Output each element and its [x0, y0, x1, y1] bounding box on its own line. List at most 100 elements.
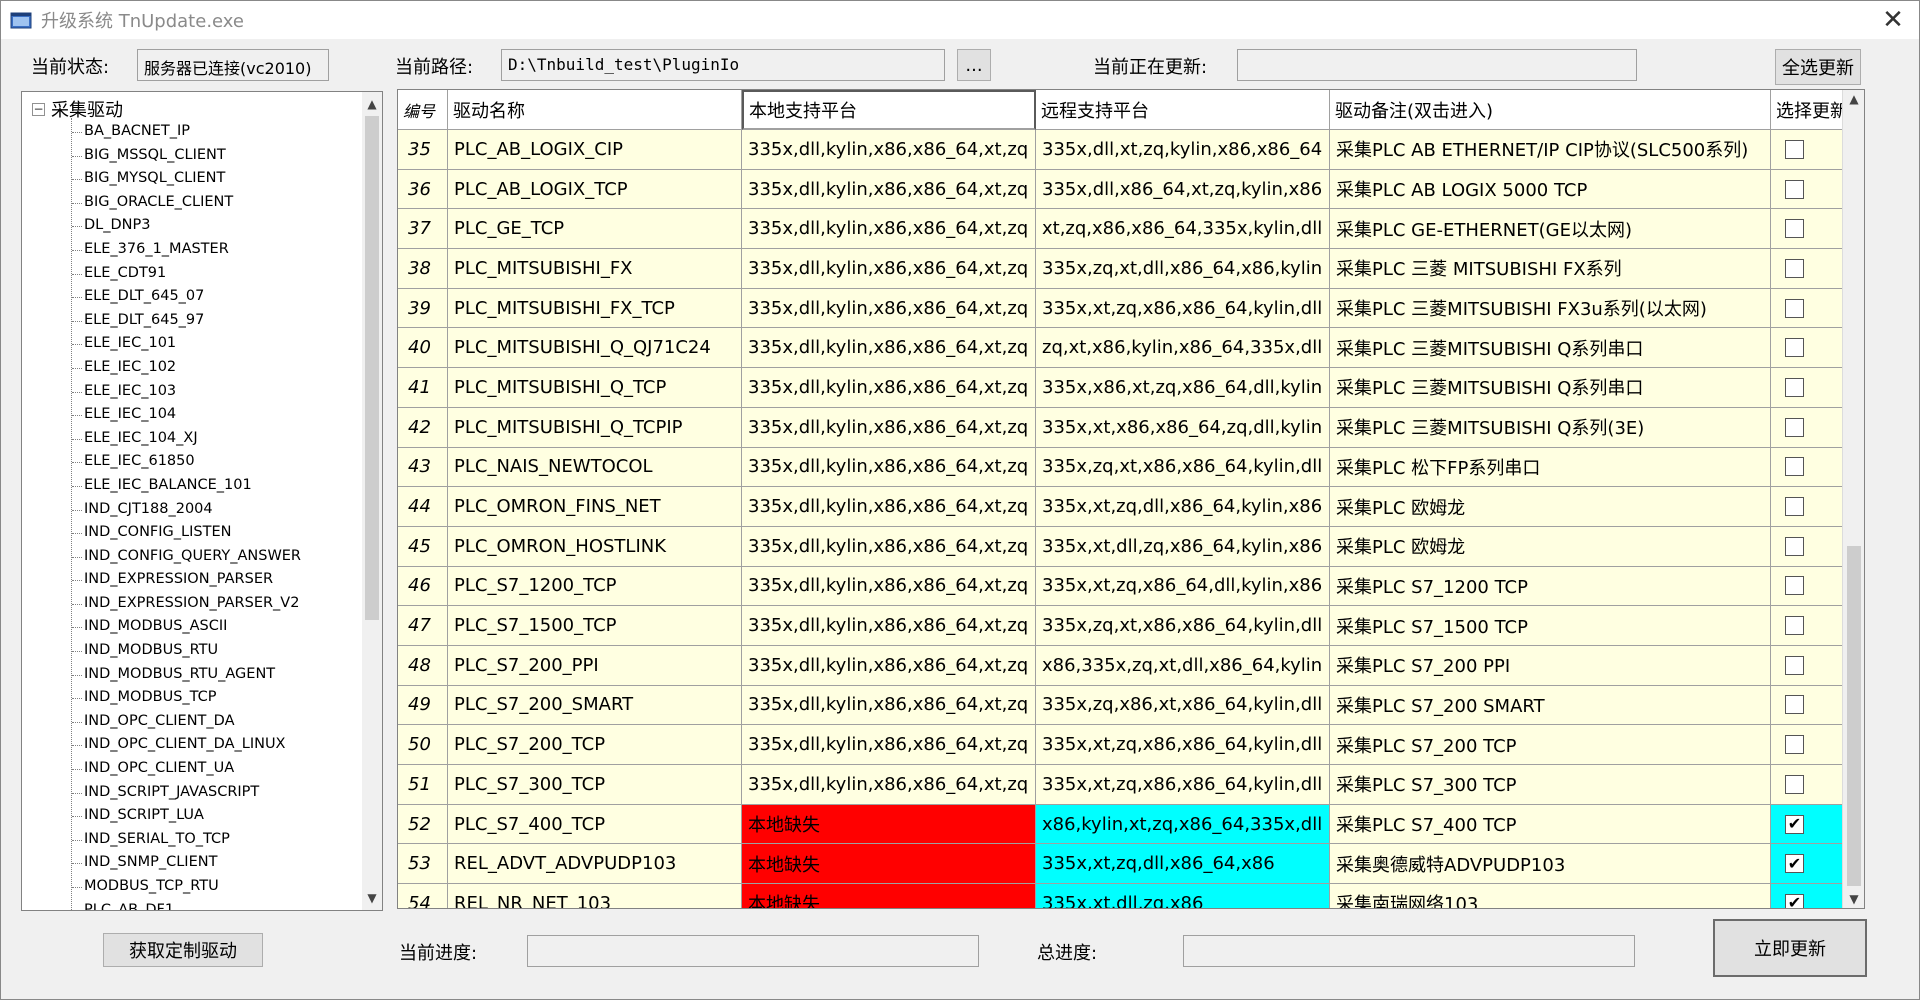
driver-note[interactable]: 采集PLC 欧姆龙 — [1330, 487, 1771, 527]
select-update-checkbox[interactable]: ✔ — [1785, 854, 1804, 874]
select-update-checkbox[interactable] — [1785, 417, 1804, 437]
select-update-checkbox[interactable]: ✔ — [1785, 893, 1804, 908]
tree-item[interactable]: ELE_CDT91 — [22, 262, 362, 286]
select-update-checkbox[interactable] — [1785, 774, 1804, 794]
select-update-checkbox[interactable] — [1785, 139, 1804, 159]
driver-note[interactable]: 采集PLC GE-ETHERNET(GE以太网) — [1330, 209, 1771, 250]
table-row[interactable]: 53 REL_ADVT_ADVPUDP103 本地缺失 335x,xt,zq,dll,… — [398, 844, 1855, 885]
table-row[interactable]: 40 PLC_MITSUBISHI_Q_QJ71C24 335x,dll,kylin… — [398, 328, 1855, 369]
tree-item[interactable]: IND_CONFIG_QUERY_ANSWER — [22, 545, 362, 569]
scrollbar-thumb[interactable] — [365, 116, 379, 620]
col-id-header[interactable]: 编号 — [398, 90, 448, 130]
tree-item[interactable]: IND_SERIAL_TO_TCP — [22, 828, 362, 852]
table-row[interactable]: 41 PLC_MITSUBISHI_Q_TCP 335x,dll,kylin,x86… — [398, 368, 1855, 408]
tree-item[interactable]: ELE_DLT_645_97 — [22, 309, 362, 333]
scroll-down-icon[interactable]: ▼ — [1843, 892, 1864, 906]
table-row[interactable]: 39 PLC_MITSUBISHI_FX_TCP 335x,dll,kylin,x8… — [398, 288, 1855, 329]
table-row[interactable]: 51 PLC_S7_300_TCP 335x,dll,kylin,x86,x86_6… — [398, 765, 1855, 805]
table-row[interactable]: 54 REL_NR_NET_103 本地缺失 335x,xt,dll,zq,x86 采集… — [398, 884, 1855, 908]
table-row[interactable]: 52 PLC_S7_400_TCP 本地缺失 x86,kylin,xt,zq,x86_… — [398, 804, 1855, 845]
table-row[interactable]: 38 PLC_MITSUBISHI_FX 335x,dll,kylin,x86,x8… — [398, 249, 1855, 289]
driver-note[interactable]: 采集PLC S7_200 PPI — [1330, 645, 1771, 686]
select-update-checkbox[interactable] — [1785, 219, 1804, 239]
driver-note[interactable]: 采集南瑞网络103 — [1330, 884, 1771, 908]
col-local-header[interactable]: 本地支持平台 — [742, 90, 1036, 130]
tree-item[interactable]: IND_OPC_CLIENT_UA — [22, 757, 362, 781]
driver-note[interactable]: 采集PLC S7_1500 TCP — [1330, 606, 1771, 646]
tree-item[interactable]: IND_OPC_CLIENT_DA — [22, 710, 362, 734]
driver-note[interactable]: 采集PLC S7_200 SMART — [1330, 685, 1771, 726]
scroll-up-icon[interactable]: ▲ — [362, 94, 382, 114]
select-update-checkbox[interactable] — [1785, 298, 1804, 318]
select-update-checkbox[interactable] — [1785, 655, 1804, 675]
browse-button[interactable]: ... — [957, 49, 991, 81]
driver-tree[interactable]: − 采集驱动 BA_BACNET_IP BIG_MSSQL_CLIENT BIG_M… — [21, 91, 383, 911]
tree-item[interactable]: IND_SNMP_CLIENT — [22, 851, 362, 875]
tree-item[interactable]: ELE_376_1_MASTER — [22, 238, 362, 262]
tree-item[interactable]: ELE_IEC_102 — [22, 356, 362, 380]
select-update-checkbox[interactable] — [1785, 179, 1804, 199]
select-update-checkbox[interactable] — [1785, 616, 1804, 636]
grid-scrollbar[interactable]: ▲ ▼ — [1842, 90, 1864, 908]
tree-item[interactable]: ELE_IEC_103 — [22, 380, 362, 404]
select-update-checkbox[interactable] — [1785, 735, 1804, 755]
table-row[interactable]: 36 PLC_AB_LOGIX_TCP 335x,dll,kylin,x86,x86… — [398, 169, 1855, 210]
tree-item[interactable]: IND_EXPRESSION_PARSER — [22, 568, 362, 592]
col-note-header[interactable]: 驱动备注(双击进入) — [1330, 90, 1771, 130]
select-update-checkbox[interactable]: ✔ — [1785, 814, 1804, 834]
tree-item[interactable]: ELE_IEC_104_XJ — [22, 427, 362, 451]
col-name-header[interactable]: 驱动名称 — [448, 90, 742, 130]
table-row[interactable]: 42 PLC_MITSUBISHI_Q_TCPIP 335x,dll,kylin,x… — [398, 407, 1855, 448]
table-row[interactable]: 35 PLC_AB_LOGIX_CIP 335x,dll,kylin,x86,x86… — [398, 130, 1855, 170]
col-remote-header[interactable]: 远程支持平台 — [1036, 90, 1330, 130]
scroll-up-icon[interactable]: ▲ — [1843, 92, 1864, 106]
tree-item[interactable]: ELE_IEC_61850 — [22, 450, 362, 474]
path-field[interactable]: D:\Tnbuild_test\PluginIo — [501, 49, 945, 81]
tree-item[interactable]: IND_MODBUS_RTU_AGENT — [22, 663, 362, 687]
select-update-checkbox[interactable] — [1785, 377, 1804, 397]
driver-note[interactable]: 采集PLC 三菱MITSUBISHI FX3u系列(以太网) — [1330, 288, 1771, 329]
tree-item[interactable]: ELE_IEC_104 — [22, 403, 362, 427]
table-row[interactable]: 37 PLC_GE_TCP 335x,dll,kylin,x86,x86_64,xt… — [398, 209, 1855, 250]
tree-item[interactable]: BIG_MSSQL_CLIENT — [22, 144, 362, 168]
tree-item[interactable]: BIG_MYSQL_CLIENT — [22, 167, 362, 191]
driver-note[interactable]: 采集PLC S7_200 TCP — [1330, 725, 1771, 765]
select-all-button[interactable]: 全选更新 — [1775, 49, 1861, 85]
tree-item[interactable]: MODBUS_TCP_RTU — [22, 875, 362, 899]
table-row[interactable]: 50 PLC_S7_200_TCP 335x,dll,kylin,x86,x86_6… — [398, 725, 1855, 765]
select-update-checkbox[interactable] — [1785, 536, 1804, 556]
select-update-checkbox[interactable] — [1785, 258, 1804, 278]
tree-item[interactable]: PLC_AB_DF1 — [22, 899, 362, 910]
select-update-checkbox[interactable] — [1785, 497, 1804, 517]
select-update-checkbox[interactable] — [1785, 576, 1804, 596]
scrollbar-thumb[interactable] — [1847, 546, 1861, 886]
fetch-custom-driver-button[interactable]: 获取定制驱动 — [103, 933, 263, 967]
driver-note[interactable]: 采集PLC 松下FP系列串口 — [1330, 447, 1771, 488]
tree-item[interactable]: IND_MODBUS_ASCII — [22, 615, 362, 639]
tree-root[interactable]: − 采集驱动 — [32, 96, 123, 122]
table-row[interactable]: 45 PLC_OMRON_HOSTLINK 335x,dll,kylin,x86,x… — [398, 526, 1855, 567]
driver-note[interactable]: 采集PLC 三菱MITSUBISHI Q系列串口 — [1330, 368, 1771, 408]
driver-note[interactable]: 采集奥德威特ADVPUDP103 — [1330, 844, 1771, 885]
driver-note[interactable]: 采集PLC 三菱MITSUBISHI Q系列串口 — [1330, 328, 1771, 369]
tree-item[interactable]: BA_BACNET_IP — [22, 120, 362, 144]
table-row[interactable]: 44 PLC_OMRON_FINS_NET 335x,dll,kylin,x86,x… — [398, 487, 1855, 527]
table-row[interactable]: 47 PLC_S7_1500_TCP 335x,dll,kylin,x86,x86_… — [398, 606, 1855, 646]
tree-item[interactable]: IND_MODBUS_RTU — [22, 639, 362, 663]
select-update-checkbox[interactable] — [1785, 695, 1804, 715]
table-row[interactable]: 49 PLC_S7_200_SMART 335x,dll,kylin,x86,x86… — [398, 685, 1855, 726]
driver-note[interactable]: 采集PLC S7_1200 TCP — [1330, 566, 1771, 607]
driver-note[interactable]: 采集PLC AB ETHERNET/IP CIP协议(SLC500系列) — [1330, 130, 1771, 170]
tree-item[interactable]: IND_MODBUS_TCP — [22, 686, 362, 710]
driver-note[interactable]: 采集PLC 三菱MITSUBISHI Q系列(3E) — [1330, 407, 1771, 448]
tree-item[interactable]: IND_CONFIG_LISTEN — [22, 521, 362, 545]
tree-item[interactable]: IND_CJT188_2004 — [22, 498, 362, 522]
table-row[interactable]: 46 PLC_S7_1200_TCP 335x,dll,kylin,x86,x86_… — [398, 566, 1855, 607]
tree-item[interactable]: ELE_DLT_645_07 — [22, 285, 362, 309]
tree-item[interactable]: ELE_IEC_BALANCE_101 — [22, 474, 362, 498]
table-row[interactable]: 43 PLC_NAIS_NEWTOCOL 335x,dll,kylin,x86,x8… — [398, 447, 1855, 488]
tree-item[interactable]: IND_SCRIPT_JAVASCRIPT — [22, 781, 362, 805]
driver-grid[interactable]: 编号 驱动名称 本地支持平台 远程支持平台 驱动备注(双击进入) 选择更新 35 PLC_A… — [397, 89, 1865, 909]
collapse-icon[interactable]: − — [32, 102, 45, 116]
tree-item[interactable]: ELE_IEC_101 — [22, 332, 362, 356]
